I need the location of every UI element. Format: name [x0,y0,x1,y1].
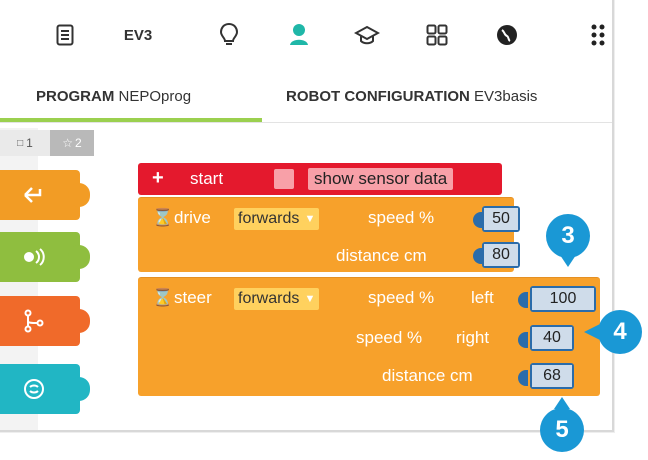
palette-sensors-category[interactable] [0,232,90,282]
sensor-waves-icon [24,248,45,266]
steer-block[interactable]: ⌛ steer forwards ▼ speed % left 100 speed… [138,277,600,396]
user-icon[interactable] [284,18,314,52]
steer-distance-value: 68 [532,365,572,387]
steer-left-label: left [471,288,494,307]
dropdown-arrow-icon: ▼ [304,213,316,225]
drive-speed-value: 50 [484,208,518,230]
steer-speed-right-label: speed % [356,328,423,347]
tab-program-name: NEPOprog [118,88,192,105]
steer-right-label: right [456,328,490,347]
tab-robot-label: ROBOT CONFIGURATION [286,88,470,105]
globe-icon[interactable] [490,18,524,52]
callout-badge-4-label: 4 [613,318,627,345]
start-block[interactable]: + start show sensor data [138,163,502,195]
robot-programming-window: EV3 PROGRAM NEPOprog ROBOT CONFIGURATION… [0,0,614,432]
drive-direction-value: forwards [238,210,300,227]
more-icon[interactable] [584,18,612,52]
callout-badge-3: 3 [546,214,590,258]
palette-logic-category[interactable] [0,364,90,414]
steer-speed-left-input[interactable]: 100 [530,286,596,312]
drive-distance-value: 80 [484,244,518,266]
drive-speed-label: speed % [368,208,435,227]
steer-speed-right-input[interactable]: 40 [530,325,574,351]
callout-badge-4: 4 [598,310,642,354]
dropdown-arrow-icon: ▼ [304,293,316,305]
grid-icon[interactable] [420,18,454,52]
graduation-cap-icon[interactable] [350,18,384,52]
steer-speed-left-label: speed % [368,288,435,307]
steer-direction-dropdown[interactable]: forwards ▼ [234,288,320,310]
tab-program-label: PROGRAM [36,88,115,105]
hourglass-icon: ⌛ [152,208,174,227]
callout-pointer-4 [584,324,600,340]
drive-distance-input[interactable]: 80 [482,242,520,268]
input-connector [518,370,528,386]
drive-direction-dropdown[interactable]: forwards ▼ [234,208,320,230]
ev3-icon[interactable]: EV3 [118,18,158,52]
tab-program[interactable]: PROGRAM NEPOprog [36,88,191,105]
level-1-label: 1 [26,136,33,150]
steer-direction-value: forwards [238,290,300,307]
brain-icon [24,379,44,399]
callout-pointer-3 [560,255,576,267]
add-plus-icon[interactable]: + [152,167,164,189]
steer-label: steer [174,288,212,307]
hourglass-icon: ⌛ [152,288,174,307]
input-connector [518,292,528,308]
drive-block[interactable]: ⌛ drive forwards ▼ speed % 50 distance cm… [138,197,520,272]
steer-distance-input[interactable]: 68 [530,363,574,389]
editor-tabs: PROGRAM NEPOprog ROBOT CONFIGURATION EV3… [0,76,612,123]
steer-speed-left-value: 100 [532,288,594,310]
drive-arrow-icon [24,187,42,203]
active-tab-indicator [0,118,262,122]
branch-icon [24,309,44,333]
sensor-data-checkbox[interactable] [274,169,294,189]
callout-badge-3-label: 3 [561,222,575,249]
program-level-tabs: □ 1 ☆ 2 [0,130,94,156]
drive-distance-label: distance cm [336,246,427,265]
level-1-tab[interactable]: □ 1 [0,130,50,156]
lightbulb-icon[interactable] [214,18,244,52]
show-sensor-data-label[interactable]: show sensor data [308,168,454,190]
start-label: start [190,169,224,188]
input-connector [518,332,528,348]
top-toolbar: EV3 [0,0,612,70]
palette-control-category[interactable] [0,296,90,346]
list-icon[interactable] [50,18,80,52]
callout-badge-5: 5 [540,408,584,452]
square-icon: □ [17,137,24,149]
drive-label: drive [174,208,211,227]
callout-badge-5-label: 5 [555,416,569,443]
tab-robot-name: EV3basis [474,88,538,105]
drive-speed-input[interactable]: 50 [482,206,520,232]
star-icon: ☆ [62,136,74,150]
callout-pointer-5 [554,397,570,409]
level-2-tab[interactable]: ☆ 2 [50,130,94,156]
tab-robot-configuration[interactable]: ROBOT CONFIGURATION EV3basis [286,88,537,105]
steer-speed-right-value: 40 [532,327,572,349]
level-2-label: 2 [75,136,82,150]
palette-action-category[interactable] [0,170,90,220]
steer-distance-label: distance cm [382,366,473,385]
